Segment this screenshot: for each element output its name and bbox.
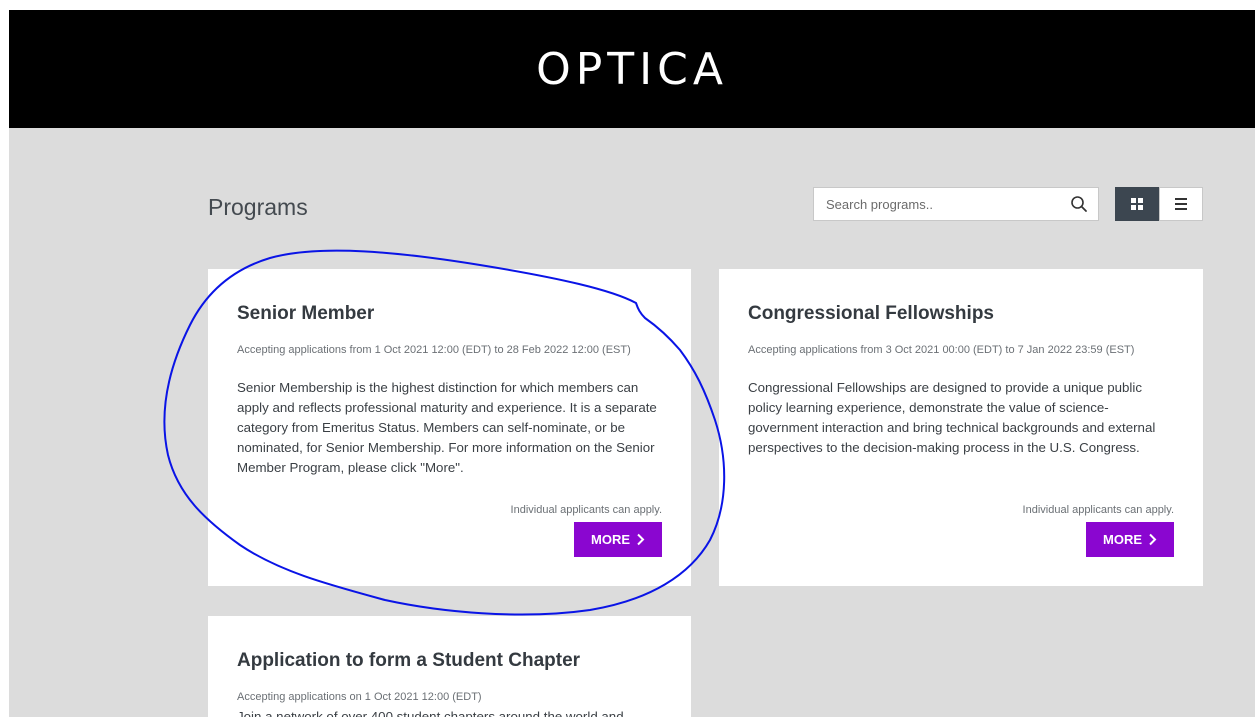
program-dates: Accepting applications from 1 Oct 2021 1… (237, 344, 631, 356)
grid-icon (1131, 198, 1143, 210)
program-description: Congressional Fellowships are designed t… (748, 380, 1156, 455)
page-title: Programs (208, 194, 308, 220)
list-icon (1175, 198, 1187, 210)
page-frame: OPTICA Programs Senior Member Accepting … (9, 10, 1255, 717)
program-applicants: Individual applicants can apply. (510, 504, 662, 516)
more-button-label: MORE (1103, 532, 1142, 547)
list-view-button[interactable] (1159, 187, 1203, 221)
more-button[interactable]: MORE (574, 522, 662, 557)
chevron-right-icon (1149, 533, 1157, 546)
site-header: OPTICA (9, 10, 1255, 128)
program-applicants: Individual applicants can apply. (1022, 504, 1174, 516)
search-icon[interactable] (1070, 195, 1088, 213)
program-dates: Accepting applications on 1 Oct 2021 12:… (237, 691, 482, 703)
search-input[interactable] (814, 188, 1054, 220)
optica-logo[interactable]: OPTICA (9, 44, 1255, 96)
more-button-label: MORE (591, 532, 630, 547)
program-card-congressional-fellowships: Congressional Fellowships Accepting appl… (719, 269, 1203, 586)
program-title[interactable]: Senior Member (237, 303, 374, 325)
program-card-student-chapter: Application to form a Student Chapter Ac… (208, 616, 691, 717)
grid-view-button[interactable] (1115, 187, 1159, 221)
search-box (813, 187, 1099, 221)
program-title[interactable]: Application to form a Student Chapter (237, 650, 580, 672)
program-description: Join a network of over 400 student chapt… (237, 709, 624, 717)
chevron-right-icon (637, 533, 645, 546)
program-description: Senior Membership is the highest distinc… (237, 380, 657, 475)
program-title[interactable]: Congressional Fellowships (748, 303, 994, 325)
program-card-senior-member: Senior Member Accepting applications fro… (208, 269, 691, 586)
program-dates: Accepting applications from 3 Oct 2021 0… (748, 344, 1135, 356)
more-button[interactable]: MORE (1086, 522, 1174, 557)
